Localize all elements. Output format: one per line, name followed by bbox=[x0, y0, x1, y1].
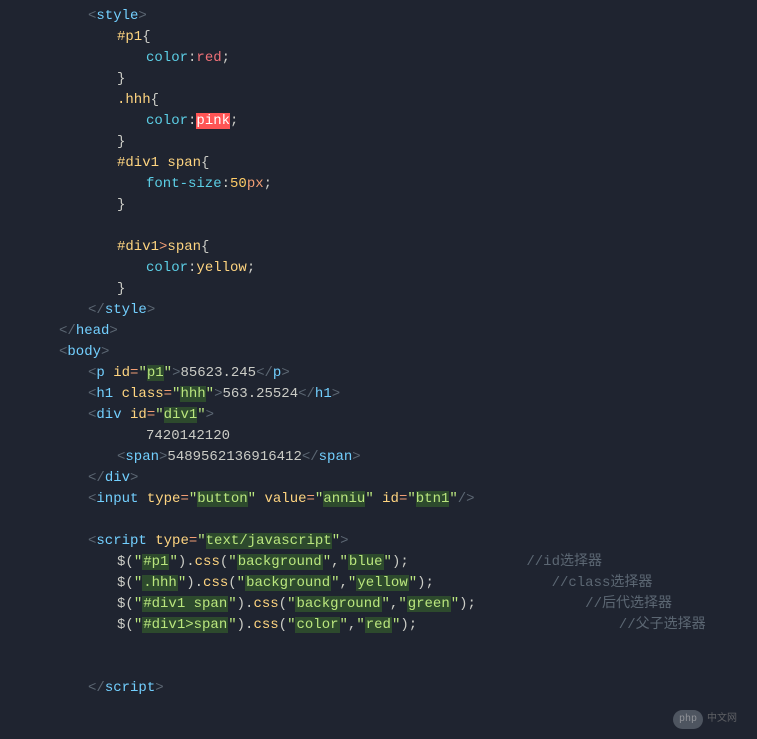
code-line: <input type="button" value="anniu" id="b… bbox=[30, 489, 757, 510]
code-line: .hhh{ bbox=[30, 90, 757, 111]
code-line: $("#div1 span").css("background","green"… bbox=[30, 594, 757, 615]
code-line bbox=[30, 216, 757, 237]
code-line: <span>5489562136916412</span> bbox=[30, 447, 757, 468]
code-line: <body> bbox=[30, 342, 757, 363]
code-line: } bbox=[30, 132, 757, 153]
php-logo-icon: php bbox=[673, 710, 703, 729]
code-line: <script type="text/javascript"> bbox=[30, 531, 757, 552]
code-line: #div1>span{ bbox=[30, 237, 757, 258]
code-line: #div1 span{ bbox=[30, 153, 757, 174]
code-line: $("#div1>span").css("color","red"); //父子… bbox=[30, 615, 757, 636]
code-line: #p1{ bbox=[30, 27, 757, 48]
watermark-text: 中文网 bbox=[707, 712, 737, 727]
code-line: color:red; bbox=[30, 48, 757, 69]
code-line bbox=[30, 510, 757, 531]
code-line: <p id="p1">85623.245</p> bbox=[30, 363, 757, 384]
code-line: } bbox=[30, 279, 757, 300]
code-line: color:yellow; bbox=[30, 258, 757, 279]
code-line: font-size:50px; bbox=[30, 174, 757, 195]
code-line: } bbox=[30, 69, 757, 90]
code-line: </div> bbox=[30, 468, 757, 489]
watermark: php 中文网 bbox=[673, 710, 737, 729]
code-line: $("#p1").css("background","blue"); //id选… bbox=[30, 552, 757, 573]
code-line: color:pink; bbox=[30, 111, 757, 132]
code-line: <style> bbox=[30, 6, 757, 27]
code-line: </style> bbox=[30, 300, 757, 321]
code-line: } bbox=[30, 195, 757, 216]
code-line bbox=[30, 657, 757, 678]
code-line: </script> bbox=[30, 678, 757, 699]
code-line: <h1 class="hhh">563.25524</h1> bbox=[30, 384, 757, 405]
code-line: 7420142120 bbox=[30, 426, 757, 447]
code-line: <div id="div1"> bbox=[30, 405, 757, 426]
code-line: </head> bbox=[30, 321, 757, 342]
code-line bbox=[30, 636, 757, 657]
code-line: $(".hhh").css("background","yellow"); //… bbox=[30, 573, 757, 594]
